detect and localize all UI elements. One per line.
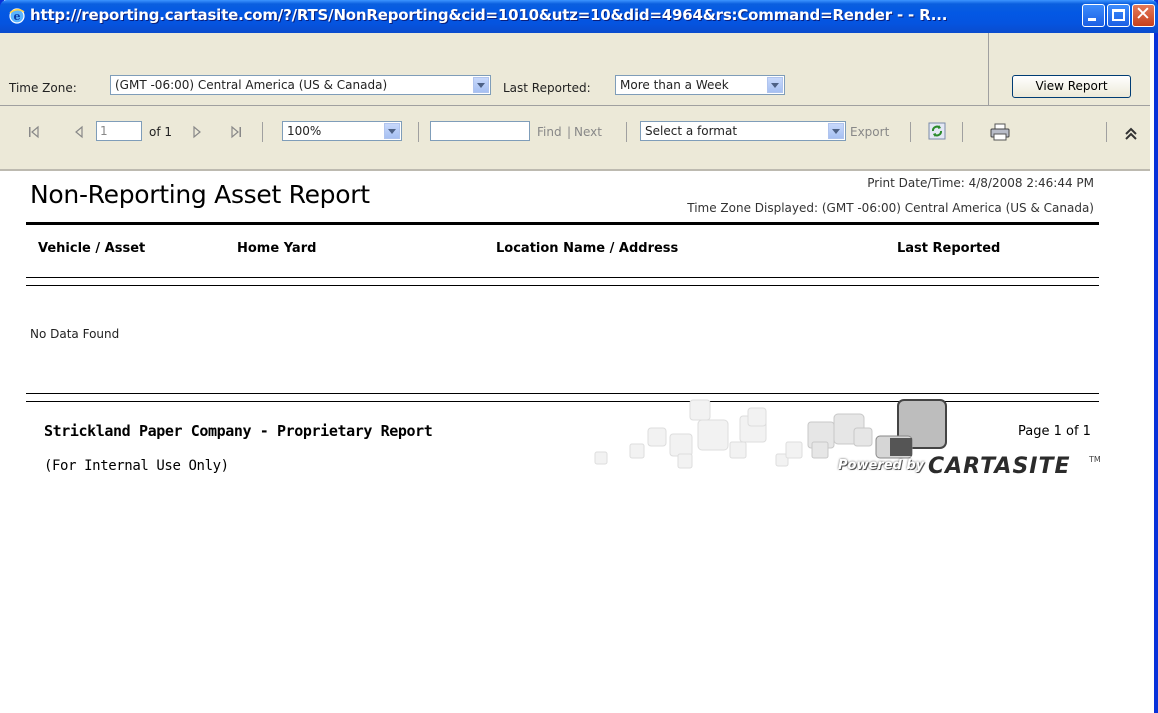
zoom-value: 100% bbox=[287, 124, 322, 138]
print-icon[interactable] bbox=[990, 123, 1010, 141]
chevron-down-icon[interactable] bbox=[384, 123, 400, 139]
chevron-down-icon[interactable] bbox=[473, 77, 489, 93]
find-separator: | bbox=[567, 125, 572, 139]
parameter-bar bbox=[0, 33, 1150, 106]
export-link[interactable]: Export bbox=[850, 125, 889, 139]
powered-by-text: Powered by bbox=[838, 458, 925, 473]
print-datetime: Print Date/Time: 4/8/2008 2:46:44 PM bbox=[867, 176, 1094, 190]
minimize-icon bbox=[1088, 18, 1096, 21]
footer-company-name: Strickland Paper Company - Proprietary R… bbox=[44, 422, 433, 440]
export-format-select[interactable]: Select a format bbox=[640, 121, 846, 141]
column-header-home-yard: Home Yard bbox=[237, 241, 317, 256]
no-data-message: No Data Found bbox=[30, 327, 120, 341]
chevron-down-icon[interactable] bbox=[767, 77, 783, 93]
last-reported-select[interactable]: More than a Week bbox=[615, 75, 785, 95]
close-icon: ✕ bbox=[1135, 3, 1151, 25]
svg-text:e: e bbox=[14, 10, 21, 23]
toolbar-separator bbox=[418, 122, 419, 142]
toolbar-separator bbox=[262, 122, 263, 142]
export-format-value: Select a format bbox=[645, 124, 738, 138]
table-divider-bottom bbox=[26, 285, 1099, 286]
column-header-last-reported: Last Reported bbox=[897, 241, 1001, 256]
minimize-button[interactable] bbox=[1082, 4, 1105, 27]
column-header-location: Location Name / Address bbox=[496, 241, 679, 256]
last-reported-value: More than a Week bbox=[620, 78, 729, 92]
maximize-button[interactable] bbox=[1107, 4, 1130, 27]
footer-internal-use: (For Internal Use Only) bbox=[44, 458, 229, 474]
previous-page-icon[interactable] bbox=[72, 125, 86, 139]
page-number-input[interactable]: 1 bbox=[96, 121, 142, 141]
title-bar[interactable]: e http://reporting.cartasite.com/?/RTS/N… bbox=[0, 0, 1158, 33]
toolbar-separator bbox=[626, 122, 627, 142]
footer-divider-top bbox=[26, 393, 1099, 394]
time-zone-select[interactable]: (GMT -06:00) Central America (US & Canad… bbox=[110, 75, 491, 95]
chevron-down-icon[interactable] bbox=[828, 123, 844, 139]
page-of-label: of 1 bbox=[149, 125, 173, 139]
table-divider-top bbox=[26, 277, 1099, 278]
report-title: Non-Reporting Asset Report bbox=[30, 180, 370, 209]
view-report-button[interactable]: View Report bbox=[1012, 75, 1131, 98]
first-page-icon[interactable] bbox=[27, 125, 41, 139]
last-page-icon[interactable] bbox=[229, 125, 243, 139]
close-button[interactable]: ✕ bbox=[1132, 3, 1155, 27]
last-reported-label: Last Reported: bbox=[503, 81, 591, 95]
refresh-icon[interactable] bbox=[928, 122, 946, 140]
find-input[interactable] bbox=[430, 121, 530, 141]
next-link[interactable]: Next bbox=[574, 125, 602, 139]
trademark-mark: TM bbox=[1089, 455, 1101, 464]
toolbar-separator bbox=[1106, 122, 1107, 142]
column-header-vehicle-asset: Vehicle / Asset bbox=[38, 241, 146, 256]
maximize-icon bbox=[1112, 9, 1125, 21]
toolbar-separator bbox=[962, 122, 963, 142]
page-info: Page 1 of 1 bbox=[1018, 424, 1091, 439]
header-divider bbox=[26, 222, 1099, 225]
time-zone-label: Time Zone: bbox=[9, 81, 77, 95]
toolbar-separator bbox=[910, 122, 911, 142]
zoom-select[interactable]: 100% bbox=[282, 121, 402, 141]
internet-explorer-icon: e bbox=[9, 8, 25, 24]
window-title: http://reporting.cartasite.com/?/RTS/Non… bbox=[30, 6, 948, 24]
time-zone-value: (GMT -06:00) Central America (US & Canad… bbox=[115, 78, 388, 92]
timezone-displayed: Time Zone Displayed: (GMT -06:00) Centra… bbox=[687, 201, 1094, 215]
find-link[interactable]: Find bbox=[537, 125, 562, 139]
collapse-parameters-icon[interactable] bbox=[1124, 127, 1138, 141]
next-page-icon[interactable] bbox=[190, 125, 204, 139]
cartasite-brand: CARTASITE bbox=[928, 454, 1071, 479]
